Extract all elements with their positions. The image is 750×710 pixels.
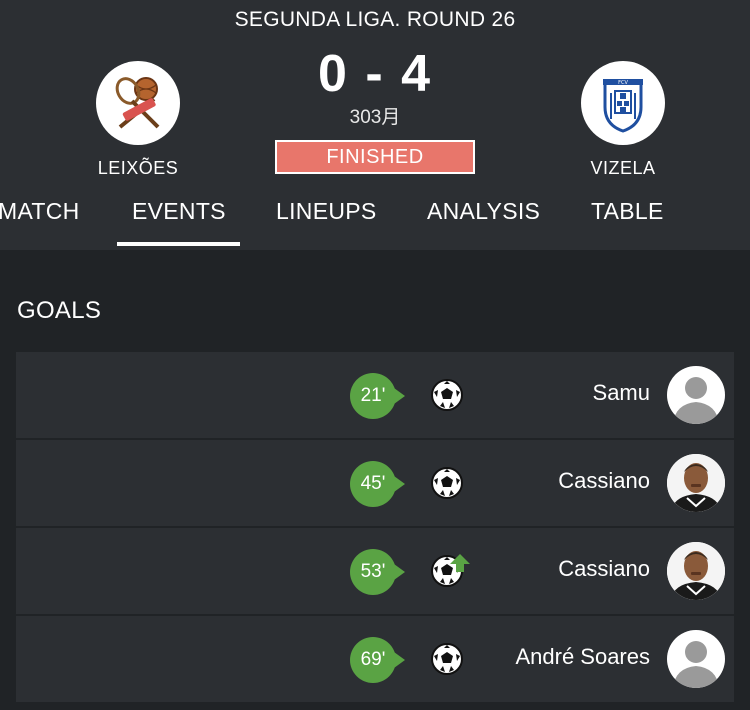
person-silhouette-icon: [673, 641, 719, 688]
away-team-name[interactable]: VIZELA: [543, 158, 703, 179]
tab-bar: MATCH EVENTS LINEUPS ANALYSIS TABLE: [0, 198, 750, 250]
away-team-logo[interactable]: FCV: [581, 61, 665, 145]
player-placeholder-avatar[interactable]: [667, 366, 725, 424]
tab-lineups[interactable]: LINEUPS: [276, 198, 377, 225]
status-badge: FINISHED: [275, 140, 475, 174]
minute-badge: 45': [350, 461, 405, 507]
goal-row[interactable]: 69' André Soares: [16, 616, 734, 702]
minute-badge: 53': [350, 549, 405, 595]
active-tab-indicator: [117, 242, 240, 246]
match-header: SEGUNDA LIGA. ROUND 26 LEIXÕES 0 - 4 303…: [0, 0, 750, 250]
player-placeholder-avatar[interactable]: [667, 630, 725, 688]
goal-row[interactable]: 45' Cassiano: [16, 440, 734, 526]
ball-icon: [431, 379, 463, 411]
tab-table[interactable]: TABLE: [591, 198, 664, 225]
tab-match[interactable]: MATCH: [0, 198, 80, 225]
league-round: SEGUNDA LIGA. ROUND 26: [234, 8, 516, 31]
tab-events[interactable]: EVENTS: [132, 198, 226, 225]
player-name: Cassiano: [558, 468, 650, 493]
home-team-name[interactable]: LEIXÕES: [58, 158, 218, 179]
minute-badge: 21': [350, 373, 405, 419]
player-name: André Soares: [515, 644, 650, 669]
tab-analysis[interactable]: ANALYSIS: [427, 198, 540, 225]
ball-assist-icon: [431, 554, 470, 587]
shield-crest-icon: FCV: [603, 79, 643, 133]
person-silhouette-icon: [673, 377, 719, 424]
ball-icon: [431, 643, 463, 675]
player-photo-icon: [667, 454, 725, 512]
goal-row[interactable]: 21' Samu: [16, 352, 734, 438]
ball-icon: [431, 467, 463, 499]
player-photo-icon: [667, 542, 725, 600]
section-title-goals: GOALS: [17, 297, 102, 324]
player-name: Cassiano: [558, 556, 650, 581]
player-photo-avatar[interactable]: [667, 542, 725, 600]
svg-text:FCV: FCV: [618, 80, 628, 86]
minute-badge: 69': [350, 637, 405, 683]
player-photo-avatar[interactable]: [667, 454, 725, 512]
goal-row[interactable]: 53' Cassiano: [16, 528, 734, 614]
player-name: Samu: [592, 380, 650, 405]
